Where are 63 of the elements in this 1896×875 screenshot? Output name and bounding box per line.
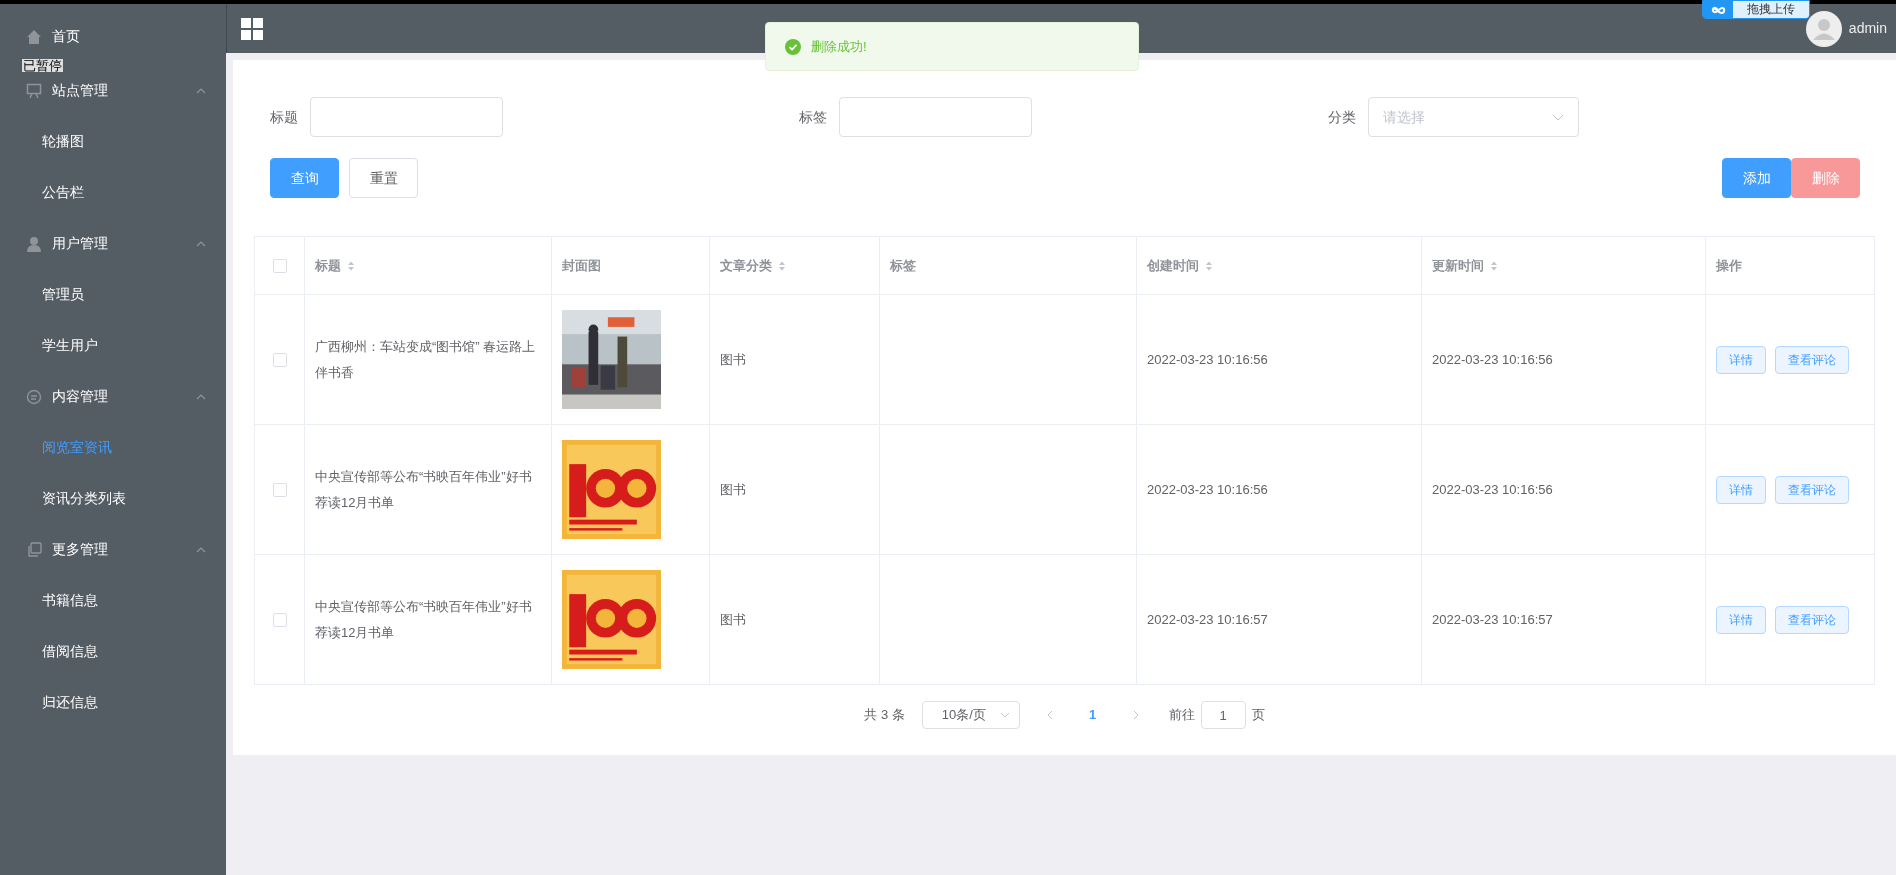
- sort-icon[interactable]: [1205, 260, 1213, 271]
- previous-page-icon[interactable]: [1046, 710, 1053, 720]
- table-cell: 中央宣传部等公布“书映百年伟业”好书荐读12月书单: [315, 598, 532, 640]
- field-label: 分类: [1328, 107, 1356, 127]
- menu-item[interactable]: 公告栏: [0, 167, 226, 218]
- field-label: 标签: [799, 107, 827, 127]
- table-cell: 2022-03-23 10:16:56: [1432, 351, 1553, 367]
- toast-message: 删除成功!: [765, 22, 1139, 71]
- goto-suffix: 页: [1251, 706, 1265, 725]
- menu-item[interactable]: 书籍信息: [0, 575, 226, 626]
- column-header: 标签: [890, 256, 916, 275]
- table-cell: 图书: [720, 351, 746, 367]
- monitor-icon: [26, 82, 42, 99]
- goto-label: 前往: [1168, 706, 1195, 725]
- avatar-icon[interactable]: [1805, 10, 1842, 47]
- menu-item[interactable]: 资讯分类列表: [0, 473, 226, 524]
- chat-icon: [26, 388, 42, 405]
- menu-item[interactable]: 归还信息: [0, 677, 226, 728]
- sort-icon[interactable]: [1490, 260, 1498, 271]
- recording-status: 已暂停: [22, 59, 63, 72]
- menu-group[interactable]: 首页: [52, 28, 80, 44]
- upload-badge[interactable]: 拖拽上传: [1702, 0, 1810, 19]
- table-cell: 图书: [720, 481, 746, 497]
- chevron-down-icon: [1552, 113, 1564, 121]
- table-cell: 2022-03-23 10:16:57: [1147, 611, 1268, 627]
- chevron-down-icon: [999, 712, 1010, 718]
- input-field[interactable]: [310, 97, 503, 137]
- checkbox[interactable]: [272, 259, 287, 274]
- page-size-select[interactable]: 10条/页: [921, 701, 1020, 729]
- column-header: 操作: [1716, 256, 1742, 275]
- menu-group[interactable]: 更多管理: [52, 541, 108, 557]
- sort-icon[interactable]: [347, 260, 355, 271]
- menu-group[interactable]: 站点管理: [52, 82, 108, 98]
- check-circle-icon: [785, 38, 801, 55]
- table-cell: 2022-03-23 10:16:56: [1147, 481, 1268, 497]
- menu-group[interactable]: 用户管理: [52, 235, 108, 251]
- column-header: 封面图: [562, 256, 601, 275]
- checkbox[interactable]: [272, 613, 287, 628]
- table-cell: 广西柳州：车站变成“图书馆” 春运路上伴书香: [315, 338, 536, 380]
- checkbox[interactable]: [272, 483, 287, 498]
- checkbox[interactable]: [272, 353, 287, 368]
- table-cell: 2022-03-23 10:16:57: [1432, 611, 1553, 627]
- table-cell: 2022-03-23 10:16:56: [1432, 481, 1553, 497]
- table-cell: 2022-03-23 10:16:56: [1147, 351, 1268, 367]
- sort-icon[interactable]: [778, 260, 786, 271]
- copy-icon: [26, 541, 42, 558]
- input-field[interactable]: [839, 97, 1032, 137]
- menu-group[interactable]: 内容管理: [52, 388, 108, 404]
- menu-item[interactable]: 管理员: [0, 269, 226, 320]
- user-icon: [26, 235, 42, 252]
- menu-item[interactable]: 学生用户: [0, 320, 226, 371]
- table-cell: 图书: [720, 611, 746, 627]
- menu-item[interactable]: 借阅信息: [0, 626, 226, 677]
- next-page-icon[interactable]: [1132, 710, 1139, 720]
- grid-menu-icon[interactable]: [241, 17, 263, 40]
- button[interactable]: 重置: [349, 158, 418, 198]
- field-label: 标题: [270, 107, 298, 127]
- menu-item[interactable]: 轮播图: [0, 116, 226, 167]
- table-cell: 中央宣传部等公布“书映百年伟业”好书荐读12月书单: [315, 468, 532, 510]
- home-icon: [26, 28, 42, 45]
- page-input[interactable]: 1: [1200, 701, 1246, 729]
- user-name[interactable]: admin: [1848, 18, 1887, 39]
- total-count: 共 3 条: [864, 706, 905, 725]
